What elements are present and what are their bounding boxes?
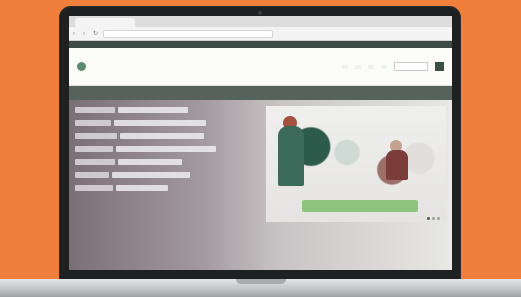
list-item[interactable] [75,158,265,166]
list-item[interactable] [75,145,265,153]
nav-item-3[interactable] [368,64,374,69]
address-bar[interactable] [103,29,273,38]
list-item[interactable] [75,184,265,192]
list-item[interactable] [75,119,265,127]
link-list [75,106,265,192]
main-content [69,100,452,270]
carousel-dot[interactable] [427,217,430,220]
carousel-dot[interactable] [432,217,435,220]
back-icon[interactable]: ‹ [73,31,79,37]
browser-tab-strip [69,16,452,27]
site-logo[interactable] [77,59,147,75]
reload-icon[interactable]: ↻ [93,31,99,37]
site-header [69,48,452,86]
hero-carousel[interactable] [266,106,446,222]
hero-figure [386,150,408,180]
nav-item-4[interactable] [381,64,387,69]
list-item[interactable] [75,132,265,140]
forward-icon[interactable]: › [83,31,89,37]
list-item[interactable] [75,171,265,179]
laptop-notch [236,279,286,284]
browser-toolbar: ‹ › ↻ [69,27,452,41]
hero-figure [278,126,304,186]
search-input[interactable] [394,62,428,71]
carousel-dots [427,217,440,220]
logo-mark-icon [77,62,86,71]
carousel-dot[interactable] [437,217,440,220]
search-button[interactable] [435,62,444,71]
nav-item-1[interactable] [342,64,348,69]
camera-dot [258,11,262,15]
browser-tab[interactable] [75,18,135,27]
page-banner [69,86,452,100]
top-nav [342,62,444,71]
hero-caption-button[interactable] [302,200,418,212]
laptop-screen: ‹ › ↻ [69,16,452,270]
bookmarks-bar [69,41,452,48]
nav-item-2[interactable] [355,64,361,69]
list-item[interactable] [75,106,265,114]
